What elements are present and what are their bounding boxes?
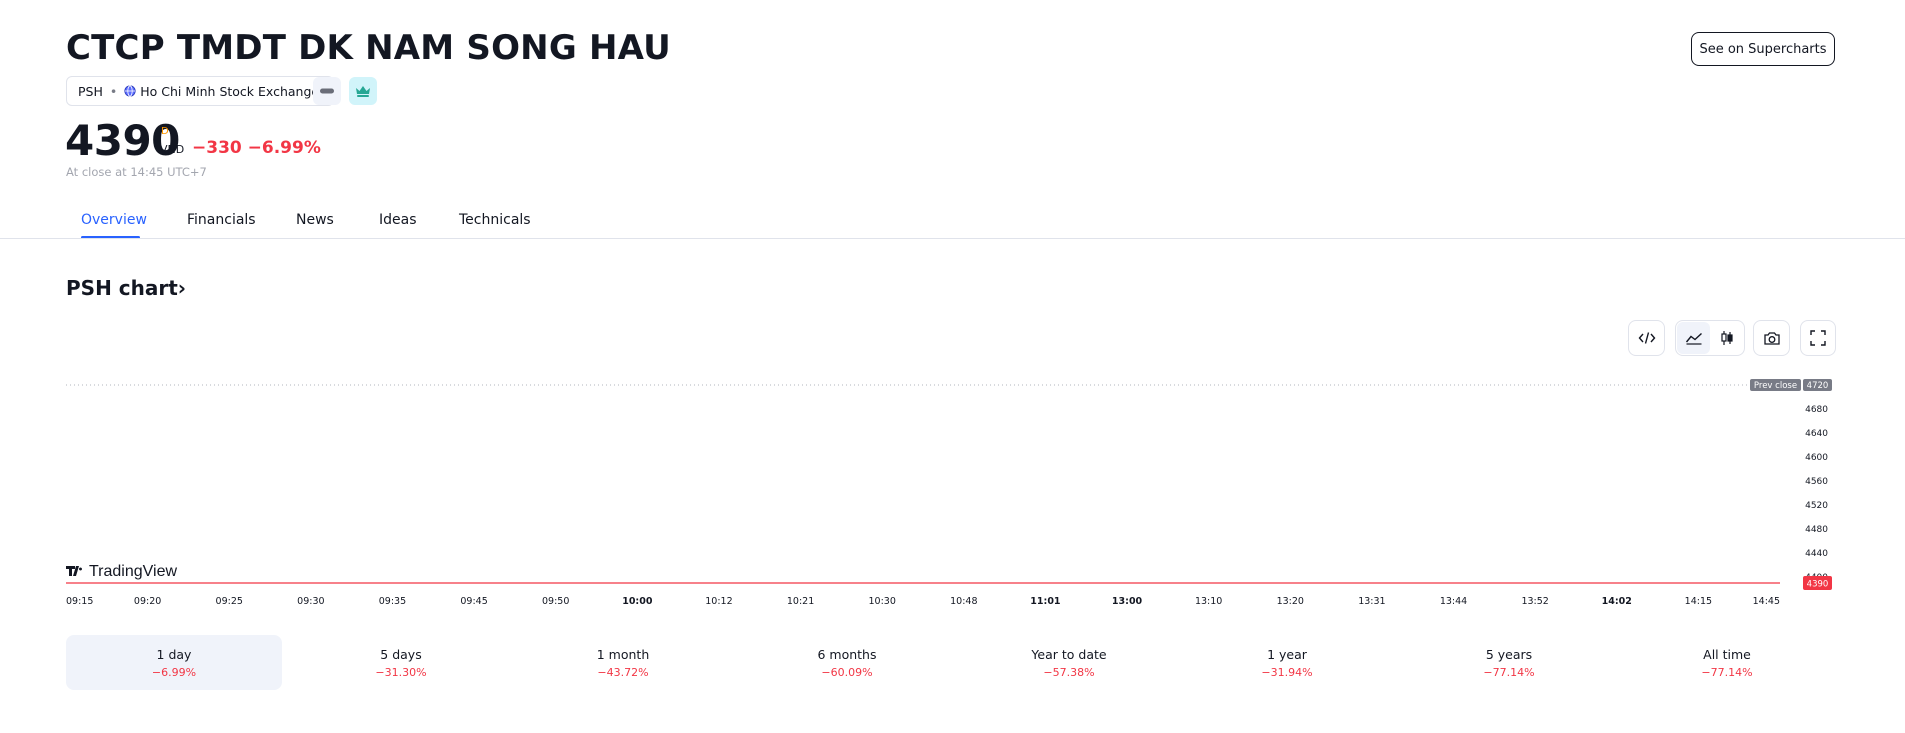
range-label: 6 months: [817, 646, 877, 662]
price-chart[interactable]: Prev close 4720 4680 4640 4600 4560 4520 4480 4…: [0, 370, 1905, 615]
range-button-year-to-date[interactable]: Year to date −57.38%: [961, 635, 1177, 690]
range-button-5-days[interactable]: 5 days −31.30%: [293, 635, 509, 690]
range-label: All time: [1703, 646, 1751, 662]
range-label: 5 years: [1485, 646, 1533, 662]
x-axis-tick-label: 10:30: [868, 596, 895, 607]
x-axis-tick-label: 13:00: [1112, 596, 1143, 607]
range-change: −31.30%: [375, 665, 427, 679]
x-axis-tick-label: 10:12: [705, 596, 732, 607]
x-axis-tick-label: 14:15: [1685, 596, 1712, 607]
close-timestamp: At close at 14:45 UTC+7: [66, 165, 207, 179]
prev-close-label: Prev close: [1754, 381, 1797, 391]
chart-heading-link[interactable]: PSH chart›: [66, 276, 186, 300]
crown-icon: [356, 86, 370, 97]
x-axis-tick-label: 13:31: [1358, 596, 1385, 607]
range-change: −77.14%: [1483, 665, 1535, 679]
range-button-1-year[interactable]: 1 year −31.94%: [1179, 635, 1395, 690]
fullscreen-button[interactable]: [1800, 320, 1836, 356]
x-axis-tick-label: 11:01: [1030, 596, 1060, 607]
chevron-right-icon: ›: [177, 276, 187, 300]
x-axis-tick-label: 10:21: [787, 596, 814, 607]
tab-ideas[interactable]: Ideas: [379, 212, 417, 228]
area-chart-icon: [1685, 332, 1702, 345]
crown-tag[interactable]: [349, 77, 377, 105]
exchange-name: Ho Chi Minh Stock Exchange: [140, 83, 320, 99]
x-axis-tick-label: 09:25: [216, 596, 243, 607]
page-title: CTCP TMDT DK NAM SONG HAU: [66, 28, 671, 68]
x-axis-tick-label: 09:15: [66, 596, 93, 607]
x-axis-tick-label: 13:20: [1277, 596, 1304, 607]
x-axis-tick-label: 09:35: [379, 596, 406, 607]
range-change: −31.94%: [1261, 665, 1313, 679]
globe-icon: [124, 85, 136, 97]
y-axis-tick-label: 4680: [1805, 405, 1828, 415]
candles-icon: [1720, 331, 1733, 345]
minus-tag[interactable]: [313, 77, 341, 105]
last-price: 4390: [65, 116, 180, 165]
area-chart-button[interactable]: [1677, 322, 1710, 354]
range-label: 1 month: [596, 646, 650, 662]
candles-button[interactable]: [1710, 322, 1743, 354]
price-change: −330 −6.99%: [192, 138, 321, 158]
range-button-5-years[interactable]: 5 years −77.14%: [1401, 635, 1617, 690]
x-axis-tick-label: 13:52: [1521, 596, 1548, 607]
embed-code-icon: [1638, 332, 1655, 344]
see-on-supercharts-button[interactable]: See on Supercharts: [1691, 32, 1835, 66]
range-label: Year to date: [1031, 646, 1107, 662]
tabs-divider: [0, 238, 1905, 239]
range-change: −60.09%: [821, 665, 873, 679]
tab-news[interactable]: News: [296, 212, 334, 228]
range-button-6-months[interactable]: 6 months −60.09%: [739, 635, 955, 690]
range-label: 1 day: [156, 646, 192, 662]
prev-close-value: 4720: [1807, 381, 1829, 391]
range-change: −77.14%: [1701, 665, 1753, 679]
camera-icon: [1763, 331, 1780, 345]
range-button-all-time[interactable]: All time −77.14%: [1619, 635, 1835, 690]
y-axis-tick-label: 4600: [1805, 453, 1828, 463]
ticker-symbol: PSH: [78, 83, 103, 99]
x-axis-tick-label: 09:50: [542, 596, 569, 607]
y-axis-tick-label: 4640: [1805, 429, 1828, 439]
range-button-1-month[interactable]: 1 month −43.72%: [515, 635, 731, 690]
x-axis-tick-label: 09:45: [460, 596, 487, 607]
y-axis-tick-label: 4520: [1805, 501, 1828, 511]
x-axis-tick-label: 14:45: [1753, 596, 1780, 607]
snapshot-button[interactable]: [1753, 320, 1790, 356]
tradingview-watermark: TradingView: [66, 563, 177, 580]
tab-technicals[interactable]: Technicals: [459, 212, 531, 228]
range-change: −57.38%: [1043, 665, 1095, 679]
time-range-selector: 1 day −6.99% 5 days −31.30% 1 month −43.72% 6 …: [66, 635, 1836, 691]
range-change: −6.99%: [151, 665, 197, 679]
x-axis-tick-label: 13:44: [1440, 596, 1467, 607]
range-change: −43.72%: [597, 665, 649, 679]
y-axis-tick-label: 4480: [1805, 525, 1828, 535]
x-axis-tick-label: 09:20: [134, 596, 161, 607]
price-change-percent: −6.99%: [247, 138, 321, 158]
tradingview-logo-icon: [66, 566, 82, 576]
chart-heading-text: PSH chart: [66, 276, 178, 300]
x-axis-tick-label: 09:30: [297, 596, 324, 607]
x-axis-tick-label: 10:48: [950, 596, 977, 607]
chart-style-toggle: [1675, 320, 1745, 356]
minus-icon: [320, 88, 334, 94]
price-change-abs: −330: [192, 138, 242, 158]
tradingview-wordmark: TradingView: [89, 563, 177, 580]
range-label: 5 days: [380, 646, 422, 662]
y-axis-tick-label: 4440: [1805, 549, 1828, 559]
x-axis-tick-label: 10:00: [622, 596, 653, 607]
tab-overview[interactable]: Overview: [81, 212, 147, 228]
price-currency: VND: [160, 143, 185, 156]
symbol-exchange-pill[interactable]: PSH • Ho Chi Minh Stock Exchange: [66, 76, 335, 106]
separator-dot: •: [109, 83, 118, 99]
tab-financials[interactable]: Financials: [187, 212, 256, 228]
last-value-label: 4390: [1807, 580, 1829, 590]
session-flag: D: [161, 126, 169, 137]
range-button-1-day[interactable]: 1 day −6.99%: [66, 635, 282, 690]
y-axis-tick-label: 4560: [1805, 477, 1828, 487]
fullscreen-icon: [1810, 330, 1826, 346]
range-label: 1 year: [1267, 646, 1307, 662]
embed-code-button[interactable]: [1628, 320, 1665, 356]
x-axis-tick-label: 13:10: [1195, 596, 1222, 607]
x-axis-tick-label: 14:02: [1602, 596, 1632, 607]
